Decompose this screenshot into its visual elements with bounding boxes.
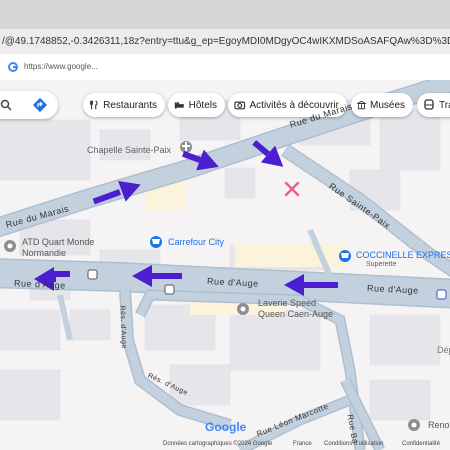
google-logo: Google: [205, 420, 246, 434]
label-chapelle[interactable]: Chapelle Sainte-Paix: [87, 145, 171, 155]
footer-copyright: Données cartographiques ©2024 Google: [163, 441, 273, 447]
bike-icon[interactable]: [436, 289, 447, 300]
address-bar[interactable]: /@49.1748852,-0.3426311,18z?entry=ttu&g_…: [0, 29, 450, 55]
close-x-marker-icon: [284, 181, 300, 197]
label-dep: Dép: [437, 345, 450, 355]
google-g-icon: [8, 62, 18, 72]
laverie-marker[interactable]: [237, 303, 249, 315]
label-laverie-line1[interactable]: Laverie Speed: [258, 298, 316, 308]
chip-musees[interactable]: Musées: [351, 93, 413, 117]
bus-stop-center-icon[interactable]: [164, 284, 175, 295]
suggestion-text: https://www.google...: [24, 62, 98, 71]
chip-label: Hôtels: [188, 99, 217, 111]
label-carrefour[interactable]: Carrefour City: [168, 237, 224, 247]
label-reno[interactable]: Reno: [428, 420, 450, 430]
camera-icon: [234, 101, 246, 110]
map-footer: Données cartographiques ©2024 Google Fra…: [0, 439, 450, 450]
directions-icon[interactable]: [32, 97, 48, 113]
footer-country[interactable]: France: [293, 441, 312, 447]
bus-stop-left-icon[interactable]: [87, 269, 98, 280]
reno-marker[interactable]: [408, 419, 420, 431]
chapelle-marker[interactable]: [180, 141, 192, 153]
chip-label: Restaurants: [103, 99, 157, 111]
footer-terms[interactable]: Conditions d'utilisation: [324, 441, 384, 447]
street-res-auge-vertical: Rés. d'Auge: [118, 305, 128, 350]
transit-icon: [424, 99, 434, 110]
address-url: /@49.1748852,-0.3426311,18z?entry=ttu&g_…: [2, 36, 450, 47]
map-canvas[interactable]: Restaurants Hôtels Activités à découvrir…: [0, 80, 450, 450]
search-icon[interactable]: [0, 99, 12, 111]
label-coccinelle-sub: Superette: [366, 261, 397, 268]
bed-icon: [174, 102, 184, 109]
google-logo-text: Google: [205, 420, 247, 434]
chip-label: Musées: [369, 99, 405, 111]
atd-marker[interactable]: [4, 240, 16, 252]
chip-restaurants[interactable]: Restaurants: [83, 93, 165, 117]
carrefour-marker[interactable]: [150, 236, 162, 248]
label-coccinelle[interactable]: COCCINELLE EXPRESS: [356, 250, 450, 260]
chip-transports[interactable]: Tra: [417, 93, 450, 117]
label-atd-line1[interactable]: ATD Quart Monde: [22, 237, 94, 247]
footer-privacy[interactable]: Confidentialité: [402, 441, 440, 447]
label-laverie-line2: Queen Caen-Auge: [258, 309, 334, 319]
chip-label: Tra: [439, 99, 450, 111]
fork-knife-icon: [90, 100, 98, 110]
browser-top-bar: [0, 0, 450, 29]
chip-hotels[interactable]: Hôtels: [168, 93, 225, 117]
label-atd-line2: Normandie: [22, 248, 67, 258]
search-pill[interactable]: [0, 91, 58, 119]
url-suggestion[interactable]: https://www.google...: [0, 54, 450, 80]
museum-icon: [357, 100, 366, 110]
coccinelle-marker[interactable]: [339, 250, 351, 262]
